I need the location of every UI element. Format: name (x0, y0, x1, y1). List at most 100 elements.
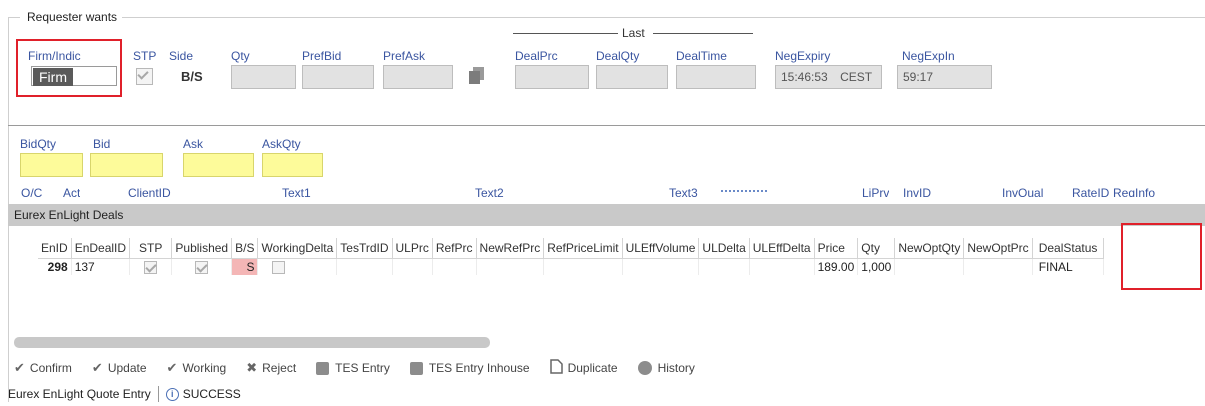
rateid-label: RateID (1072, 186, 1110, 197)
askqty-field[interactable] (262, 153, 323, 177)
copy-icon[interactable] (469, 67, 485, 85)
ask-label: Ask (183, 137, 204, 151)
tes-entry-icon (316, 361, 330, 375)
qty-field[interactable] (231, 65, 296, 89)
col-bs[interactable]: B/S (231, 238, 259, 259)
horizontal-scrollbar[interactable] (14, 337, 490, 348)
prefbid-label: PrefBid (302, 49, 342, 63)
col-enid[interactable]: EnID (38, 238, 72, 259)
duplicate-button[interactable]: Duplicate (549, 358, 618, 378)
negexpin-field: 59:17 (897, 65, 992, 89)
col-workingdelta[interactable]: WorkingDelta (257, 238, 338, 259)
negexpiry-value: 15:46:53 (781, 70, 828, 84)
table-row[interactable]: 298 137 S 189.00 1,000 FINAL (38, 258, 1105, 275)
qty-label: Qty (231, 49, 250, 63)
col-newoptprc[interactable]: NewOptPrc (963, 238, 1033, 259)
bidqty-label: BidQty (20, 137, 57, 151)
confirm-button[interactable]: ✔ Confirm (14, 358, 72, 378)
stp-checkbox[interactable] (136, 68, 153, 85)
side-value: B/S (181, 69, 203, 84)
bidqty-field[interactable] (20, 153, 83, 177)
working-button[interactable]: ✔ Working (167, 358, 227, 378)
bid-label: Bid (93, 137, 111, 151)
col-ulprc[interactable]: ULPrc (392, 238, 433, 259)
dealprc-field[interactable] (515, 65, 589, 89)
last-label: Last (622, 26, 645, 40)
confirm-label: Confirm (29, 361, 72, 375)
tes-entry-label: TES Entry (335, 361, 390, 375)
history-button[interactable]: History (637, 358, 695, 378)
col-testrdid[interactable]: TesTrdID (336, 238, 393, 259)
dealstatus-highlight (1121, 223, 1202, 290)
section-divider (8, 125, 1205, 126)
cell-bs: S (231, 258, 259, 275)
bid-field[interactable] (90, 153, 163, 177)
dealprc-label: DealPrc (515, 49, 558, 63)
col-price[interactable]: Price (814, 238, 859, 259)
dealqty-label: DealQty (596, 49, 640, 63)
update-label: Update (107, 361, 147, 375)
col-published[interactable]: Published (171, 238, 233, 259)
col-uleffdelta[interactable]: ULEffDelta (749, 238, 815, 259)
reject-label: Reject (262, 361, 297, 375)
duplicate-label: Duplicate (567, 361, 618, 375)
negexpiry-label: NegExpiry (775, 49, 831, 63)
info-icon: i (165, 387, 179, 401)
side-label: Side (169, 49, 194, 63)
col-uldelta[interactable]: ULDelta (698, 238, 750, 259)
col-dealstatus[interactable]: DealStatus (1032, 238, 1105, 259)
stp-cell-checkbox[interactable] (144, 260, 158, 274)
deals-table: EnID EnDealID STP Published B/S WorkingD… (38, 238, 1105, 275)
oc-label: O/C (21, 186, 43, 197)
col-newrefprc[interactable]: NewRefPrc (476, 238, 545, 259)
requester-group-title: Requester wants (27, 10, 118, 24)
app-name: Eurex EnLight Quote Entry (8, 387, 151, 401)
update-button[interactable]: ✔ Update (92, 358, 147, 378)
published-cell-checkbox[interactable] (195, 260, 209, 274)
col-qty[interactable]: Qty (857, 238, 896, 259)
cell-endealid: 137 (71, 258, 131, 275)
col-endealid[interactable]: EnDealID (71, 238, 131, 259)
check-icon: ✔ (14, 360, 25, 375)
dealqty-field[interactable] (596, 65, 668, 89)
history-label: History (657, 361, 695, 375)
action-toolbar: ✔ Confirm ✔ Update ✔ Working ✖ Reject TE… (14, 358, 715, 378)
tes-entry-button[interactable]: TES Entry (316, 358, 390, 378)
workingdelta-cell-checkbox[interactable] (272, 260, 286, 274)
prefask-label: PrefAsk (383, 49, 426, 63)
act-label: Act (63, 186, 81, 197)
reject-button[interactable]: ✖ Reject (246, 358, 296, 378)
text3-label: Text3 (669, 186, 698, 197)
negexpin-label: NegExpIn (902, 49, 955, 63)
askqty-label: AskQty (262, 137, 301, 151)
col-uleffvolume[interactable]: ULEffVolume (622, 238, 700, 259)
text2-label: Text2 (475, 186, 504, 197)
cell-qty: 1,000 (857, 258, 896, 275)
cell-price: 189.00 (814, 258, 859, 275)
check-icon: ✔ (91, 360, 103, 375)
col-stp[interactable]: STP (129, 238, 173, 259)
prefask-field[interactable] (383, 65, 453, 89)
status-bar: Eurex EnLight Quote Entry i SUCCESS (8, 384, 241, 404)
tes-entry-inhouse-icon (409, 361, 423, 375)
firm-indic-highlight (16, 39, 122, 97)
tes-entry-inhouse-button[interactable]: TES Entry Inhouse (409, 358, 530, 378)
col-refprc[interactable]: RefPrc (432, 238, 477, 259)
requester-group-top-line (8, 17, 20, 18)
col-refpricelimit[interactable]: RefPriceLimit (543, 238, 623, 259)
duplicate-icon (549, 359, 563, 377)
negexpiry-field: 15:46:53 CEST (775, 65, 882, 89)
text1-label: Text1 (282, 186, 311, 197)
col-newoptqty[interactable]: NewOptQty (894, 238, 965, 259)
clientid-label: ClientID (128, 186, 171, 197)
history-icon (637, 361, 652, 375)
dealtime-field[interactable] (676, 65, 756, 89)
ask-field[interactable] (183, 153, 254, 177)
tes-entry-inhouse-label: TES Entry Inhouse (428, 361, 530, 375)
last-line-right (653, 33, 753, 34)
cell-dealstatus: FINAL (1032, 258, 1105, 275)
stp-label: STP (133, 49, 157, 63)
prefbid-field[interactable] (302, 65, 374, 89)
last-line-left (513, 33, 618, 34)
invqual-label: InvQual (1002, 186, 1044, 197)
